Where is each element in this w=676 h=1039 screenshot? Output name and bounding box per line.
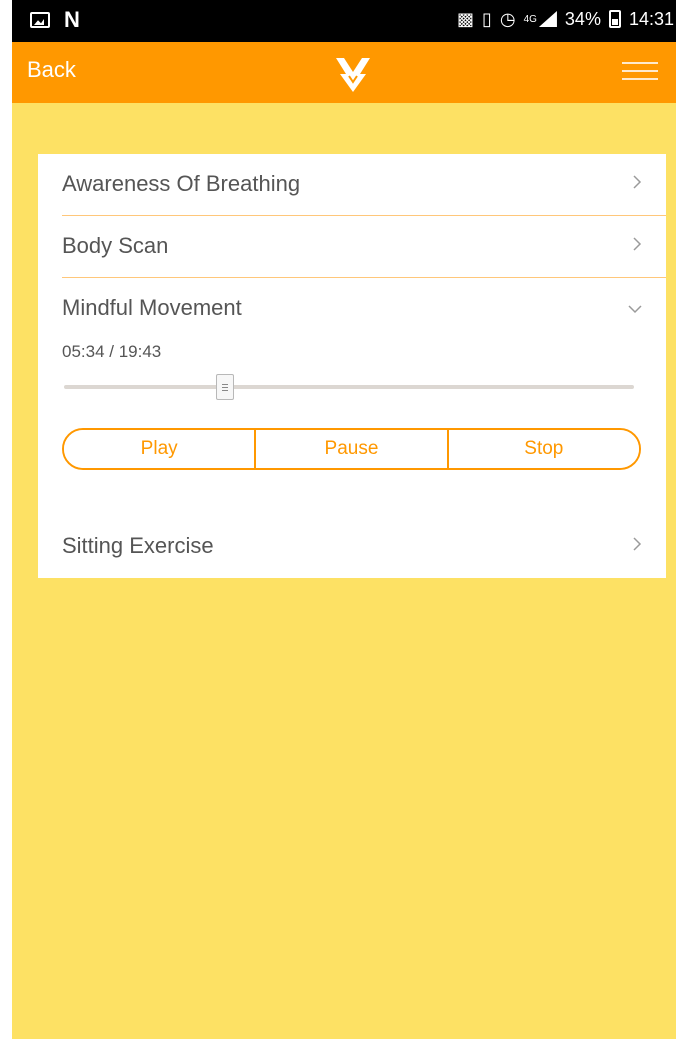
list-item-label: Awareness Of Breathing bbox=[62, 171, 301, 196]
play-button[interactable]: Play bbox=[64, 430, 255, 468]
screen-margin bbox=[0, 0, 12, 1039]
list-item-label: Sitting Exercise bbox=[62, 533, 214, 558]
battery-icon bbox=[608, 10, 621, 28]
list-item-label: Body Scan bbox=[62, 233, 169, 258]
status-bar: N ▩ ▯ ◷ 4G 34% 14:31 bbox=[12, 0, 676, 42]
time-readout: 05:34 / 19:43 bbox=[62, 342, 162, 361]
list-item-body-scan[interactable]: Body Scan bbox=[62, 216, 666, 278]
status-right: ▩ ▯ ◷ 4G 34% 14:31 bbox=[457, 8, 674, 30]
chevron-right-icon bbox=[633, 175, 642, 189]
chevron-right-icon bbox=[633, 237, 642, 251]
list-item-label[interactable]: Mindful Movement bbox=[62, 295, 242, 321]
signal-icon bbox=[538, 11, 557, 27]
nfc-icon: ▩ bbox=[456, 9, 474, 29]
slider-track[interactable] bbox=[64, 385, 634, 389]
status-left: N bbox=[30, 7, 80, 32]
progress-slider[interactable] bbox=[64, 374, 634, 400]
pause-button[interactable]: Pause bbox=[254, 430, 447, 468]
app-screen: N ▩ ▯ ◷ 4G 34% 14:31 Back Awareness Of B… bbox=[12, 0, 676, 1039]
menu-icon[interactable] bbox=[622, 62, 658, 84]
n-icon: N bbox=[64, 7, 80, 32]
app-logo-icon bbox=[336, 58, 370, 92]
list-item-awareness-of-breathing[interactable]: Awareness Of Breathing bbox=[62, 154, 666, 216]
stop-button[interactable]: Stop bbox=[446, 430, 639, 468]
list-item-sitting-exercise[interactable]: Sitting Exercise bbox=[62, 516, 666, 578]
list-item-mindful-movement: Mindful Movement 05:34 / 19:43 Play Paus… bbox=[62, 278, 666, 538]
vibrate-icon: ▯ bbox=[481, 9, 492, 29]
app-header: Back bbox=[12, 42, 676, 103]
chevron-down-icon[interactable] bbox=[626, 302, 644, 316]
clock: 14:31 bbox=[628, 8, 674, 29]
alarm-icon: ◷ bbox=[499, 9, 516, 29]
battery-percent: 34% bbox=[564, 8, 601, 29]
slider-thumb[interactable] bbox=[216, 374, 235, 400]
exercise-list: Awareness Of Breathing Body Scan Mindful… bbox=[38, 154, 666, 578]
image-icon bbox=[30, 12, 50, 28]
back-button[interactable]: Back bbox=[27, 57, 76, 83]
player-controls: Play Pause Stop bbox=[62, 428, 641, 470]
chevron-right-icon bbox=[633, 537, 642, 551]
network-type: 4G bbox=[523, 13, 537, 25]
